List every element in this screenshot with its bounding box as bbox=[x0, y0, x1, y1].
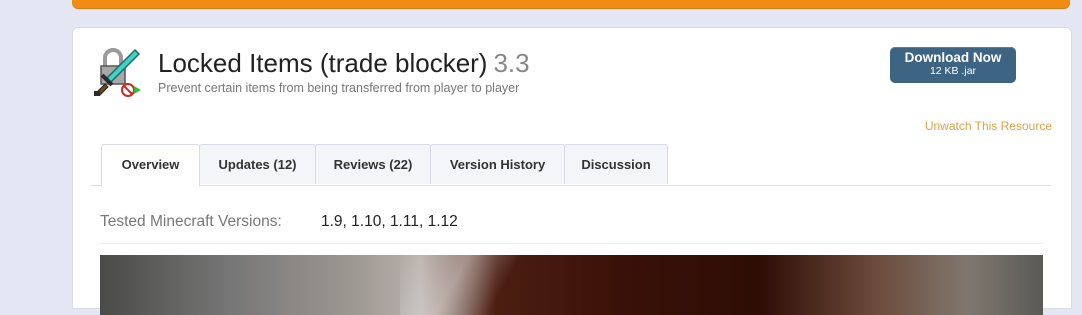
tab-bar: Overview Updates (12) Reviews (22) Versi… bbox=[91, 144, 1051, 186]
tab-discussion[interactable]: Discussion bbox=[564, 144, 668, 184]
resource-version: 3.3 bbox=[493, 48, 530, 78]
resource-card: Locked Items (trade blocker) 3.3 Prevent … bbox=[72, 27, 1072, 315]
tested-versions-label: Tested Minecraft Versions: bbox=[100, 213, 282, 230]
resource-title: Locked Items (trade blocker) 3.3 bbox=[158, 48, 530, 79]
tab-overview[interactable]: Overview bbox=[101, 144, 200, 186]
unwatch-link[interactable]: Unwatch This Resource bbox=[925, 119, 1052, 133]
tab-version-history[interactable]: Version History bbox=[430, 144, 565, 184]
divider bbox=[100, 243, 1042, 244]
tab-reviews[interactable]: Reviews (22) bbox=[315, 144, 431, 184]
download-size: 12 KB .jar bbox=[929, 65, 977, 77]
resource-name: Locked Items (trade blocker) bbox=[158, 48, 488, 78]
download-button[interactable]: Download Now 12 KB .jar bbox=[890, 47, 1016, 83]
top-banner bbox=[72, 0, 1070, 8]
resource-tagline: Prevent certain items from being transfe… bbox=[158, 81, 520, 95]
download-label: Download Now bbox=[904, 50, 1002, 65]
tested-versions-value: 1.9, 1.10, 1.11, 1.12 bbox=[321, 213, 458, 230]
tested-versions: Tested Minecraft Versions: 1.9, 1.10, 1.1… bbox=[100, 213, 458, 231]
description-banner-image bbox=[100, 255, 1043, 315]
locked-sword-icon bbox=[94, 48, 141, 97]
tab-updates[interactable]: Updates (12) bbox=[199, 144, 316, 184]
